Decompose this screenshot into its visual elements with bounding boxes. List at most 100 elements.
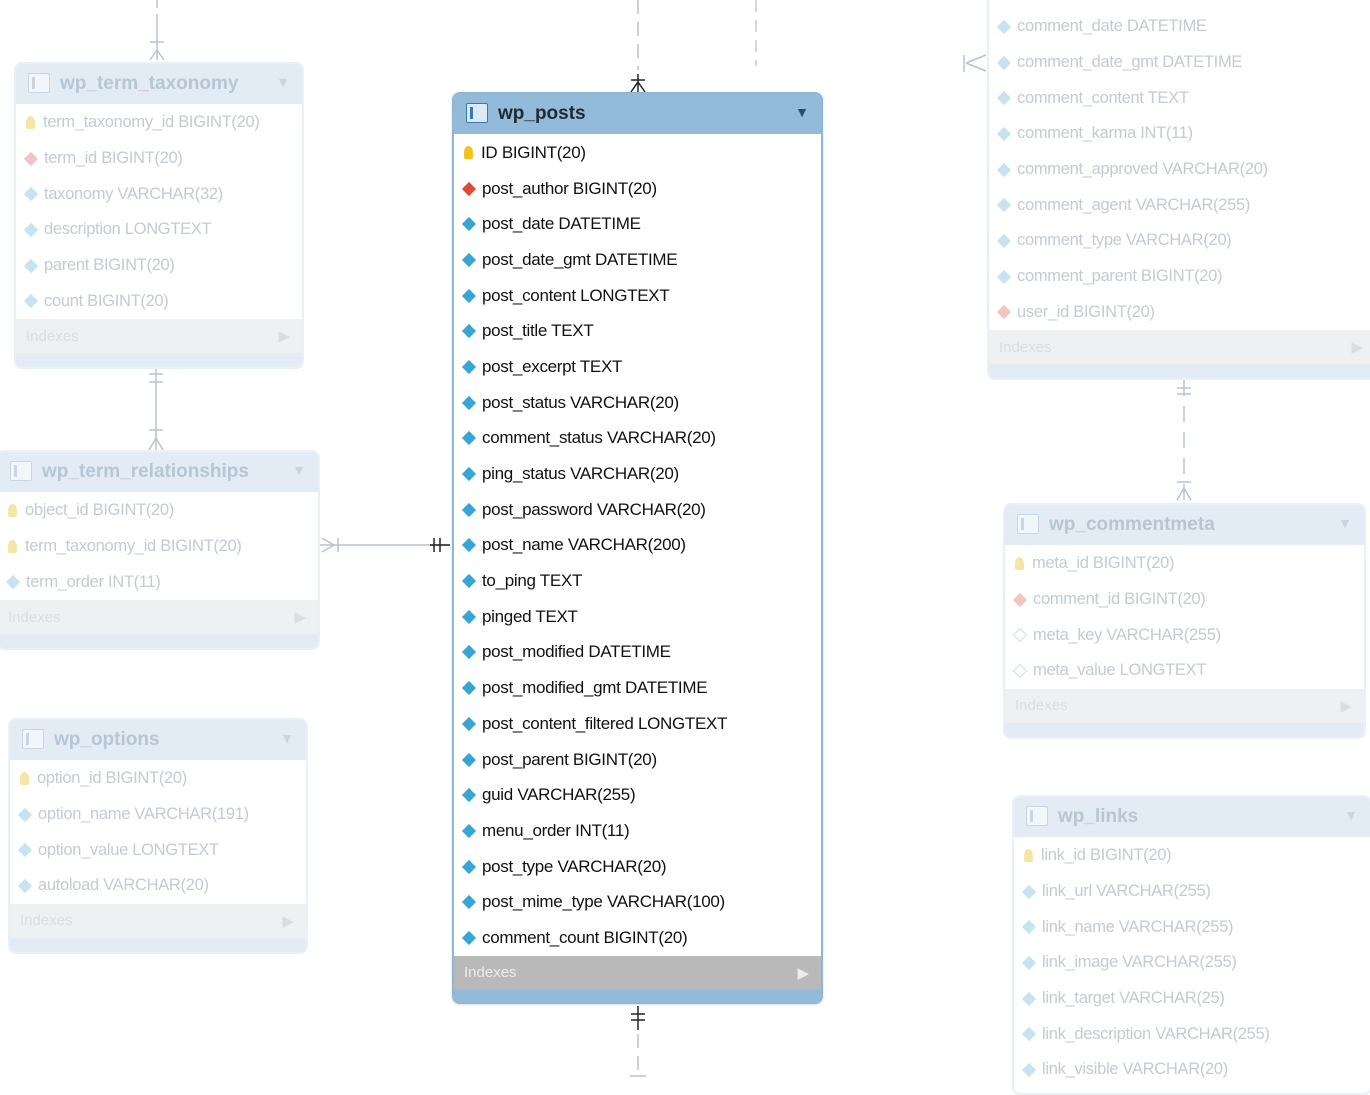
column-row[interactable]: term_taxonomy_id BIGINT(20): [16, 105, 302, 141]
chevron-down-icon[interactable]: ▼: [280, 730, 294, 746]
chevron-down-icon[interactable]: ▼: [1338, 515, 1352, 531]
column-row[interactable]: object_id BIGINT(20): [0, 493, 318, 529]
column-definition: post_password VARCHAR(20): [482, 499, 706, 519]
table-wp-links[interactable]: wp_links ▼ link_id BIGINT(20) link_url VA…: [1012, 795, 1370, 1095]
column-row[interactable]: post_modified_gmt DATETIME: [454, 670, 821, 706]
indexes-section[interactable]: Indexes ▶: [0, 600, 318, 635]
column-definition: post_content_filtered LONGTEXT: [482, 713, 728, 733]
column-row[interactable]: ID BIGINT(20): [454, 135, 821, 171]
column-row[interactable]: comment_count BIGINT(20): [454, 920, 821, 956]
column-row[interactable]: comment_content TEXT: [989, 80, 1370, 116]
primary-key-icon: [20, 772, 29, 786]
indexes-section[interactable]: Indexes ▶: [454, 955, 821, 990]
column-definition: comment_date_gmt DATETIME: [1017, 53, 1243, 72]
column-row[interactable]: link_visible VARCHAR(20): [1014, 1052, 1370, 1088]
column-row[interactable]: link_image VARCHAR(255): [1014, 945, 1370, 981]
column-row[interactable]: ping_status VARCHAR(20): [454, 456, 821, 492]
expand-arrow-icon[interactable]: ▶: [278, 327, 290, 345]
column-row[interactable]: post_date DATETIME: [454, 206, 821, 242]
table-name: wp_commentmeta: [1049, 514, 1215, 535]
column-row[interactable]: link_name VARCHAR(255): [1014, 909, 1370, 945]
column-icon: [996, 198, 1012, 213]
table-header[interactable]: wp_term_relationships ▼: [0, 452, 318, 492]
column-icon: [1021, 920, 1037, 935]
column-row[interactable]: comment_parent BIGINT(20): [989, 259, 1370, 295]
indexes-section[interactable]: Indexes ▶: [10, 903, 306, 938]
column-row[interactable]: parent BIGINT(20): [16, 248, 302, 284]
column-row[interactable]: post_status VARCHAR(20): [454, 385, 821, 421]
column-row[interactable]: post_author BIGINT(20): [454, 171, 821, 207]
column-row[interactable]: count BIGINT(20): [16, 283, 302, 319]
column-row[interactable]: autoload VARCHAR(20): [10, 868, 306, 904]
column-row[interactable]: comment_status VARCHAR(20): [454, 421, 821, 457]
column-row[interactable]: post_title TEXT: [454, 313, 821, 349]
column-row[interactable]: post_parent BIGINT(20): [454, 742, 821, 778]
column-row[interactable]: option_id BIGINT(20): [10, 761, 306, 797]
column-row[interactable]: meta_key VARCHAR(255): [1005, 617, 1364, 653]
column-row[interactable]: option_value LONGTEXT: [10, 832, 306, 868]
expand-arrow-icon[interactable]: ▶: [797, 964, 809, 982]
column-row[interactable]: comment_date_gmt DATETIME: [989, 45, 1370, 81]
column-row[interactable]: term_taxonomy_id BIGINT(20): [0, 529, 318, 565]
column-row[interactable]: link_url VARCHAR(255): [1014, 874, 1370, 910]
column-row[interactable]: link_id BIGINT(20): [1014, 838, 1370, 874]
column-row[interactable]: taxonomy VARCHAR(32): [16, 176, 302, 212]
expand-arrow-icon[interactable]: ▶: [1351, 338, 1363, 356]
column-row[interactable]: term_order INT(11): [0, 564, 318, 600]
column-row[interactable]: link_target VARCHAR(25): [1014, 981, 1370, 1017]
table-wp-posts[interactable]: wp_posts ▼ ID BIGINT(20) post_author BIGI…: [452, 92, 823, 1004]
indexes-section[interactable]: Indexes ▶: [16, 319, 302, 354]
column-row[interactable]: post_content LONGTEXT: [454, 278, 821, 314]
column-row[interactable]: to_ping TEXT: [454, 563, 821, 599]
chevron-down-icon[interactable]: ▼: [795, 104, 809, 120]
column-row[interactable]: meta_value LONGTEXT: [1005, 653, 1364, 689]
column-row[interactable]: term_id BIGINT(20): [16, 141, 302, 177]
indexes-section[interactable]: Indexes ▶: [1005, 688, 1364, 723]
column-row[interactable]: meta_id BIGINT(20): [1005, 546, 1364, 582]
chevron-down-icon[interactable]: ▼: [276, 74, 290, 90]
expand-arrow-icon[interactable]: ▶: [1340, 697, 1352, 715]
column-row[interactable]: user_id BIGINT(20): [989, 295, 1370, 331]
column-row[interactable]: menu_order INT(11): [454, 813, 821, 849]
primary-key-icon: [464, 146, 473, 160]
column-row[interactable]: description LONGTEXT: [16, 212, 302, 248]
column-row[interactable]: comment_id BIGINT(20): [1005, 582, 1364, 618]
table-wp-term-taxonomy[interactable]: wp_term_taxonomy ▼ term_taxonomy_id BIGI…: [14, 62, 304, 370]
column-row[interactable]: post_name VARCHAR(200): [454, 528, 821, 564]
chevron-down-icon[interactable]: ▼: [1344, 807, 1358, 823]
column-row[interactable]: post_date_gmt DATETIME: [454, 242, 821, 278]
column-row[interactable]: comment_date DATETIME: [989, 9, 1370, 45]
column-row[interactable]: post_password VARCHAR(20): [454, 492, 821, 528]
column-definition: comment_approved VARCHAR(20): [1017, 160, 1268, 179]
table-header[interactable]: wp_commentmeta ▼: [1005, 505, 1364, 545]
table-wp-commentmeta[interactable]: wp_commentmeta ▼ meta_id BIGINT(20) comme…: [1003, 503, 1366, 739]
indexes-section[interactable]: Indexes ▶: [989, 330, 1370, 365]
column-row[interactable]: post_type VARCHAR(20): [454, 849, 821, 885]
column-row[interactable]: option_name VARCHAR(191): [10, 797, 306, 833]
column-row[interactable]: post_excerpt TEXT: [454, 349, 821, 385]
column-row[interactable]: comment_karma INT(11): [989, 116, 1370, 152]
expand-arrow-icon[interactable]: ▶: [282, 912, 294, 930]
column-row[interactable]: comment_approved VARCHAR(20): [989, 152, 1370, 188]
chevron-down-icon[interactable]: ▼: [292, 462, 306, 478]
table-wp-comments[interactable]: comment_date DATETIME comment_date_gmt DA…: [987, 0, 1370, 381]
expand-arrow-icon[interactable]: ▶: [294, 608, 306, 626]
column-row[interactable]: guid VARCHAR(255): [454, 777, 821, 813]
column-row[interactable]: pinged TEXT: [454, 599, 821, 635]
table-name: wp_posts: [498, 103, 586, 124]
column-row[interactable]: post_modified DATETIME: [454, 635, 821, 671]
table-wp-term-relationships[interactable]: wp_term_relationships ▼ object_id BIGINT…: [0, 450, 320, 651]
table-icon: [22, 729, 44, 749]
column-row[interactable]: post_mime_type VARCHAR(100): [454, 884, 821, 920]
column-row[interactable]: comment_type VARCHAR(20): [989, 223, 1370, 259]
column-row[interactable]: link_description VARCHAR(255): [1014, 1016, 1370, 1052]
column-icon: [1021, 1027, 1037, 1042]
table-icon: [28, 73, 50, 93]
table-wp-options[interactable]: wp_options ▼ option_id BIGINT(20) option_…: [8, 718, 308, 954]
table-header[interactable]: wp_options ▼: [10, 720, 306, 760]
table-header[interactable]: wp_term_taxonomy ▼: [16, 64, 302, 104]
table-header[interactable]: wp_posts ▼: [454, 94, 821, 134]
column-row[interactable]: comment_agent VARCHAR(255): [989, 187, 1370, 223]
column-row[interactable]: post_content_filtered LONGTEXT: [454, 706, 821, 742]
table-header[interactable]: wp_links ▼: [1014, 797, 1370, 837]
